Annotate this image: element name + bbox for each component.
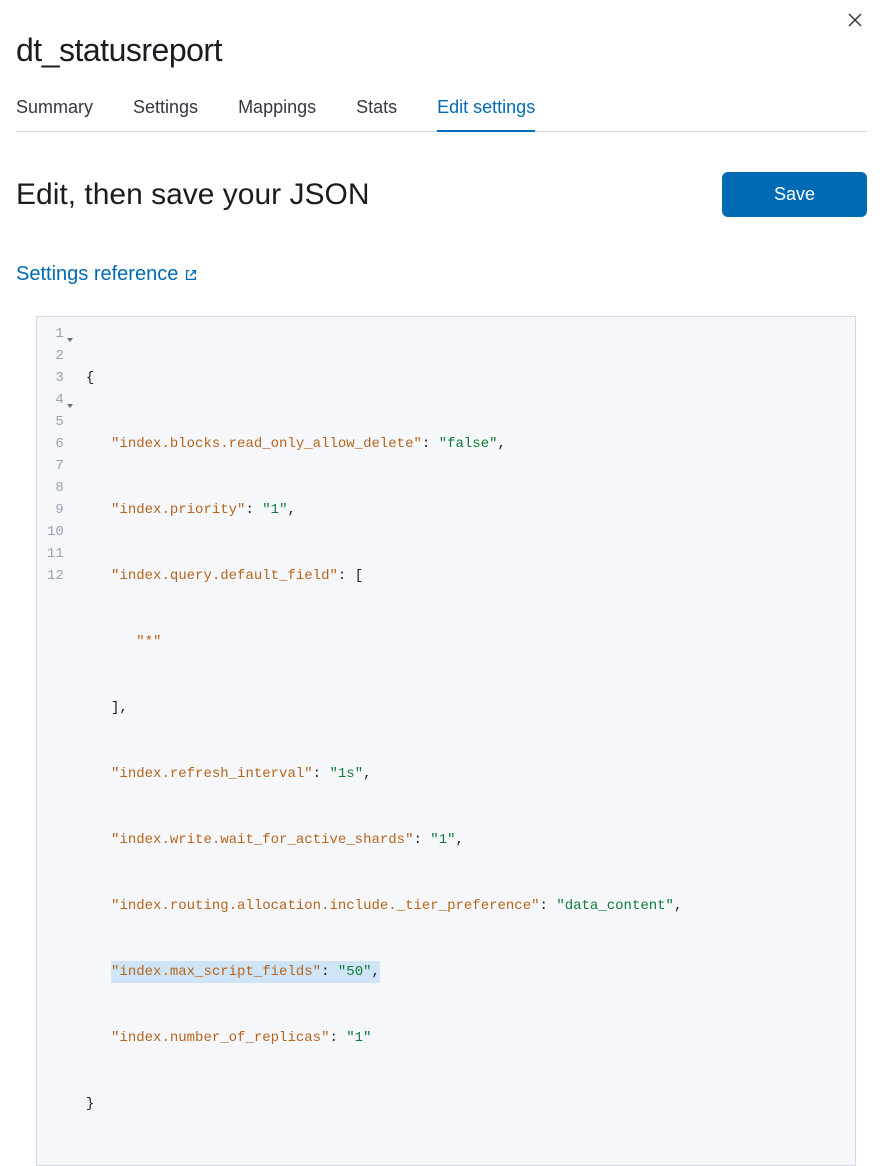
close-button[interactable]	[845, 10, 865, 30]
tab-mappings[interactable]: Mappings	[238, 97, 316, 132]
tab-stats[interactable]: Stats	[356, 97, 397, 132]
settings-reference-label: Settings reference	[16, 263, 178, 286]
highlighted-line: "index.max_script_fields": "50",	[111, 961, 380, 983]
tab-settings[interactable]: Settings	[133, 97, 198, 132]
edit-heading: Edit, then save your JSON	[16, 178, 370, 212]
editor-code[interactable]: { "index.blocks.read_only_allow_delete":…	[80, 317, 855, 1165]
fold-icon[interactable]	[66, 330, 74, 338]
tabs: Summary Settings Mappings Stats Edit set…	[16, 97, 867, 132]
tab-summary[interactable]: Summary	[16, 97, 93, 132]
tab-edit-settings[interactable]: Edit settings	[437, 97, 535, 132]
settings-reference-link[interactable]: Settings reference	[16, 263, 198, 286]
close-icon	[847, 12, 863, 28]
external-link-icon	[184, 268, 198, 282]
json-editor[interactable]: 1 2 3 4 5 6 7 8 9 10 11 12 { "index.bloc…	[36, 316, 856, 1166]
fold-icon[interactable]	[66, 396, 74, 404]
editor-gutter: 1 2 3 4 5 6 7 8 9 10 11 12	[37, 317, 80, 1165]
page-title: dt_statusreport	[16, 32, 867, 69]
save-button[interactable]: Save	[722, 172, 867, 217]
